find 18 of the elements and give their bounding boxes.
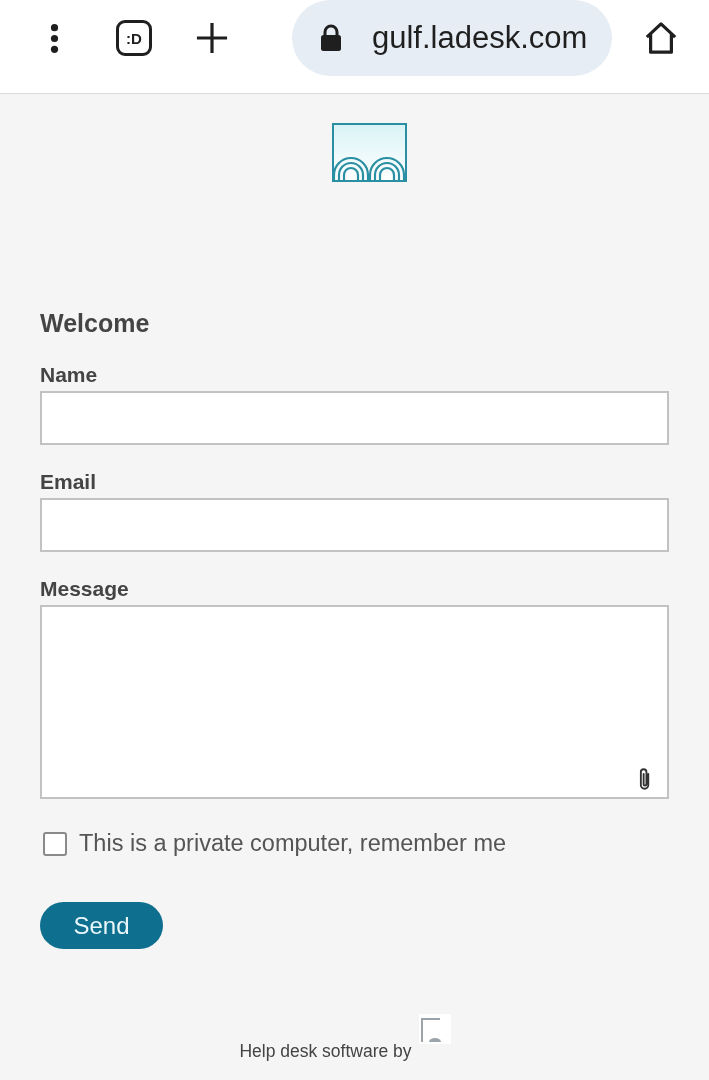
field-label: Email <box>40 469 97 494</box>
input-field[interactable] <box>40 391 669 445</box>
address-bar[interactable]: gulf.ladesk.com <box>292 0 612 76</box>
home-icon[interactable] <box>644 21 678 55</box>
form-heading: Welcome <box>40 308 150 338</box>
send-button[interactable]: Send <box>40 902 163 949</box>
menu-icon[interactable] <box>50 22 59 54</box>
remember-checkbox[interactable] <box>43 831 67 856</box>
footer-text: Help desk software by <box>239 1041 412 1061</box>
field-label: Name <box>40 362 98 387</box>
lock-icon[interactable] <box>320 24 342 52</box>
tab-switcher-button[interactable]: :D <box>116 20 152 56</box>
checkbox-label[interactable]: This is a private computer, remember me <box>79 830 507 857</box>
plus-icon[interactable] <box>196 22 228 54</box>
field-label: Message <box>40 576 129 601</box>
textarea-field[interactable] <box>40 605 669 799</box>
paperclip-icon[interactable] <box>639 767 652 792</box>
input-field[interactable] <box>40 498 669 552</box>
